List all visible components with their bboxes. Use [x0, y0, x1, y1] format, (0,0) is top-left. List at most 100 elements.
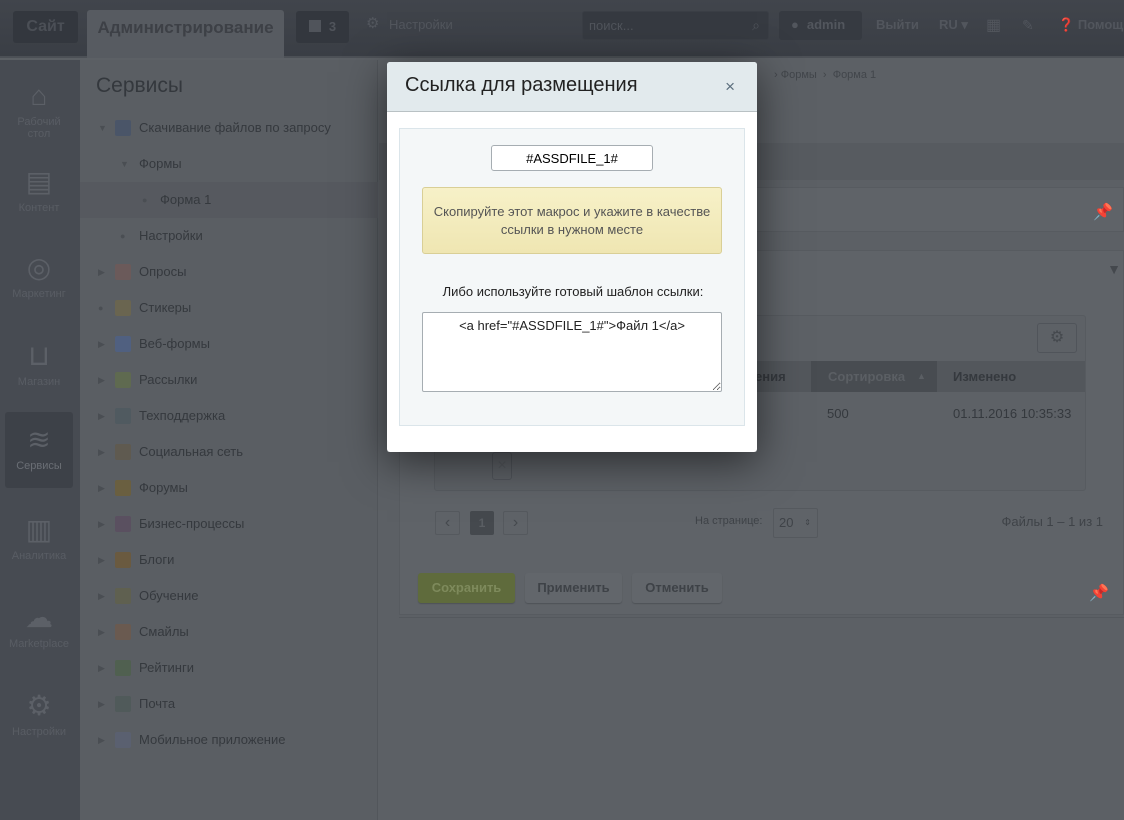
pin-icon[interactable]: 📌 [1089, 583, 1109, 603]
cancel-button[interactable]: Отменить [632, 573, 722, 603]
save-button[interactable]: Сохранить [418, 573, 515, 603]
tree-item-label: Стикеры [139, 300, 192, 315]
keyboard-icon[interactable]: ▦ [986, 15, 1001, 35]
module-icon [115, 588, 131, 604]
tree-item[interactable]: ▶ Обучение [80, 578, 378, 614]
search-input[interactable]: поиск... ⌕ [582, 11, 769, 40]
link-modal: Ссылка для размещения × Скопируйте этот … [387, 62, 757, 452]
collapse-icon[interactable]: ▼ [1107, 261, 1121, 277]
top-bar: Сайт Администрирование 3 ⚙ Настройки пои… [0, 0, 1124, 58]
tree-item-label: Блоги [139, 552, 175, 567]
document-icon: ▤ [25, 166, 53, 197]
expand-right-icon[interactable]: ▶ [98, 578, 105, 614]
nav-item[interactable]: ⊔ Магазин [5, 328, 73, 404]
help-link[interactable]: ❓ Помощь [1058, 17, 1124, 33]
breadcrumb-item[interactable]: Формы [781, 69, 817, 81]
tree-item[interactable]: ● Стикеры [80, 290, 378, 326]
expand-right-icon[interactable]: ▶ [98, 614, 105, 650]
pin-icon[interactable]: ✎ [1022, 17, 1034, 34]
tree-item-label: Техподдержка [139, 408, 226, 423]
tree-item-label: Рейтинги [139, 660, 194, 675]
expand-right-icon[interactable]: ▶ [98, 650, 105, 686]
home-icon: ⌂ [30, 80, 48, 111]
logout-link[interactable]: Выйти [876, 17, 919, 32]
user-button[interactable]: ● admin [779, 11, 862, 40]
column-header[interactable]: Изменено [953, 369, 1016, 384]
expand-right-icon[interactable]: ▶ [98, 686, 105, 722]
nav-item[interactable]: ▥ Аналитика [5, 502, 73, 578]
language-select[interactable]: RU ▾ [939, 17, 968, 33]
tree-item[interactable]: ▶ Рейтинги [80, 650, 378, 686]
expand-right-icon[interactable]: ▶ [98, 254, 105, 290]
per-page-select[interactable]: 20 ⇕ [773, 508, 818, 538]
tree-item-label: Веб-формы [139, 336, 210, 351]
tree-item[interactable]: ● Форма 1 [80, 182, 378, 218]
expand-right-icon[interactable]: ▶ [98, 506, 105, 542]
expand-down-icon[interactable]: ▼ [98, 110, 107, 146]
tree-item[interactable]: ▶ Опросы [80, 254, 378, 290]
column-header[interactable]: ения [755, 369, 786, 384]
settings-link[interactable]: Настройки [389, 17, 453, 32]
expand-right-icon[interactable]: ▶ [98, 722, 105, 758]
next-page-button[interactable]: › [503, 511, 528, 535]
tree-item-label: Формы [139, 156, 182, 171]
expand-right-icon[interactable]: ▶ [98, 362, 105, 398]
bullet-icon[interactable]: ● [98, 290, 103, 326]
search-icon[interactable]: ⌕ [752, 17, 760, 34]
per-page-label: На странице: [695, 515, 763, 527]
breadcrumb-item[interactable]: Форма 1 [833, 69, 876, 81]
delete-button[interactable]: × [492, 452, 512, 480]
tree-item[interactable]: ▶ Мобильное приложение [80, 722, 378, 758]
expand-down-icon[interactable]: ▼ [120, 146, 129, 182]
nav-item[interactable]: ⚙ Настройки [5, 678, 73, 754]
tree-item[interactable]: ▶ Рассылки [80, 362, 378, 398]
module-icon [115, 480, 131, 496]
tree-item-label: Обучение [139, 588, 199, 603]
user-icon: ● [791, 17, 799, 32]
left-nav: ⌂ Рабочий стол ▤ Контент ◎ Маркетинг ⊔ Магазин ≋… [0, 60, 80, 820]
site-button[interactable]: Сайт [13, 11, 78, 43]
expand-right-icon[interactable]: ▶ [98, 398, 105, 434]
tree-item[interactable]: ▶ Социальная сеть [80, 434, 378, 470]
close-icon[interactable]: × [725, 77, 735, 97]
expand-right-icon[interactable]: ▶ [98, 326, 105, 362]
tree-item[interactable]: ● Настройки [80, 218, 378, 254]
macro-input[interactable] [491, 145, 653, 171]
expand-right-icon[interactable]: ▶ [98, 470, 105, 506]
expand-right-icon[interactable]: ▶ [98, 434, 105, 470]
apply-button[interactable]: Применить [525, 573, 622, 603]
pin-icon[interactable]: 📌 [1093, 202, 1113, 222]
tree-item[interactable]: ▼ Формы [80, 146, 378, 182]
tree-item[interactable]: ▶ Форумы [80, 470, 378, 506]
nav-item[interactable]: ◎ Маркетинг [5, 240, 73, 316]
tree-item[interactable]: ▼ Скачивание файлов по запросу [80, 110, 378, 146]
bullet-icon[interactable]: ● [142, 182, 147, 218]
nav-item[interactable]: ☁ Marketplace [5, 590, 73, 666]
nav-item[interactable]: ⌂ Рабочий стол [5, 68, 73, 144]
services-tree: Сервисы ▼ Скачивание файлов по запросу ▼ Фо… [80, 60, 378, 820]
bullet-icon[interactable]: ● [120, 218, 125, 254]
nav-item[interactable]: ▤ Контент [5, 154, 73, 230]
prev-page-button[interactable]: ‹ [435, 511, 460, 535]
module-icon [115, 264, 131, 280]
template-textarea[interactable]: <a href="#ASSDFILE_1#">Файл 1</a> [422, 312, 722, 392]
column-header-sort[interactable]: Сортировка ▲ [811, 361, 937, 392]
nav-item[interactable]: ≋ Сервисы [5, 412, 73, 488]
tree-item[interactable]: ▶ Смайлы [80, 614, 378, 650]
hint-box: Скопируйте этот макрос и укажите в качес… [422, 187, 722, 254]
admin-tab[interactable]: Администрирование [87, 10, 284, 58]
page-1-button[interactable]: 1 [470, 511, 494, 535]
module-icon [115, 372, 131, 388]
basket-icon: ⊔ [28, 340, 50, 371]
nav-item-label: Контент [18, 202, 60, 214]
tree-item[interactable]: ▶ Техподдержка [80, 398, 378, 434]
settings-gear-button[interactable]: ⚙ [1037, 323, 1077, 353]
notifications-button[interactable]: 3 [296, 11, 349, 43]
tree-item-label: Скачивание файлов по запросу [139, 120, 331, 135]
tree-item[interactable]: ▶ Почта [80, 686, 378, 722]
tree-item[interactable]: ▶ Бизнес-процессы [80, 506, 378, 542]
tree-item[interactable]: ▶ Веб-формы [80, 326, 378, 362]
tree-item[interactable]: ▶ Блоги [80, 542, 378, 578]
expand-right-icon[interactable]: ▶ [98, 542, 105, 578]
gear-icon: ⚙ [26, 690, 52, 721]
